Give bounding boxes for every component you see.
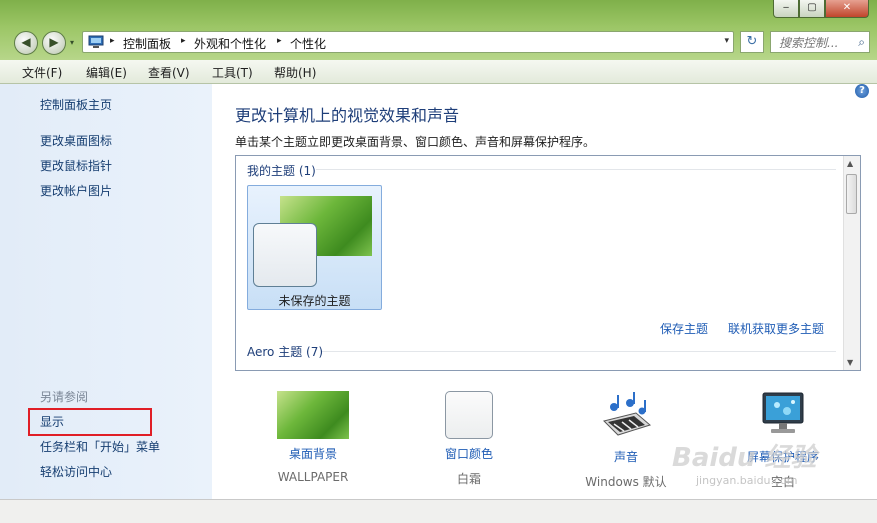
address-dropdown-icon[interactable]: ▾ bbox=[724, 36, 729, 46]
control-panel-icon bbox=[88, 35, 104, 48]
breadcrumb-control-panel[interactable]: 控制面板 bbox=[123, 35, 171, 52]
page-title: 更改计算机上的视觉效果和声音 bbox=[235, 106, 460, 125]
window-color-value: 白霜 bbox=[456, 472, 481, 486]
screen-saver-icon bbox=[762, 392, 804, 433]
desktop-background-tool[interactable]: 桌面背景 WALLPAPER bbox=[258, 391, 368, 484]
theme-list: 我的主题 (1) 未保存的主题 保存主题 联机获取更多主题 Aero 主题 (7… bbox=[235, 155, 861, 371]
divider bbox=[316, 169, 836, 170]
search-icon[interactable]: ⌕ bbox=[858, 35, 865, 50]
sidebar-link-account-picture[interactable]: 更改帐户图片 bbox=[40, 182, 112, 199]
see-also-heading: 另请参阅 bbox=[40, 390, 89, 404]
highlight-annotation-box bbox=[28, 408, 152, 436]
sidebar-home-link[interactable]: 控制面板主页 bbox=[40, 96, 112, 113]
menu-bar: 文件(F) 编辑(E) 查看(V) 工具(T) 帮助(H) bbox=[0, 60, 877, 84]
forward-button[interactable]: ▶ bbox=[42, 31, 66, 55]
search-input[interactable] bbox=[777, 33, 857, 53]
window-color-tool[interactable]: 窗口颜色 白霜 bbox=[414, 391, 524, 487]
refresh-button[interactable]: ↻ bbox=[740, 31, 764, 53]
aero-themes-heading: Aero 主题 (7) bbox=[247, 345, 324, 359]
breadcrumb-separator-icon: ▸ bbox=[181, 36, 186, 46]
menu-edit[interactable]: 编辑(E) bbox=[86, 64, 127, 81]
menu-file[interactable]: 文件(F) bbox=[22, 64, 62, 81]
see-also-taskbar-link[interactable]: 任务栏和「开始」菜单 bbox=[40, 438, 160, 455]
close-button[interactable]: ✕ bbox=[825, 0, 869, 18]
breadcrumb-appearance[interactable]: 外观和个性化 bbox=[194, 35, 266, 52]
menu-view[interactable]: 查看(V) bbox=[148, 64, 190, 81]
search-box[interactable]: ⌕ bbox=[770, 31, 870, 53]
sounds-label[interactable]: 声音 bbox=[571, 448, 681, 465]
desktop-background-label[interactable]: 桌面背景 bbox=[258, 445, 368, 462]
sounds-value: Windows 默认 bbox=[585, 475, 667, 489]
help-icon[interactable]: ? bbox=[855, 84, 869, 98]
unsaved-theme-tile[interactable]: 未保存的主题 bbox=[247, 185, 382, 310]
scrollbar-thumb[interactable] bbox=[846, 174, 857, 214]
caption-buttons: ‒ ▢ ✕ bbox=[773, 0, 869, 18]
unsaved-theme-label: 未保存的主题 bbox=[278, 294, 351, 308]
menu-help[interactable]: 帮助(H) bbox=[274, 64, 316, 81]
my-themes-heading: 我的主题 (1) bbox=[247, 164, 316, 178]
menu-tools[interactable]: 工具(T) bbox=[212, 64, 253, 81]
history-dropdown-icon[interactable]: ▾ bbox=[70, 38, 74, 47]
status-bar bbox=[0, 499, 877, 523]
sounds-icon bbox=[603, 392, 652, 436]
theme-window-preview bbox=[253, 223, 317, 287]
sidebar-link-mouse-pointers[interactable]: 更改鼠标指针 bbox=[40, 157, 112, 174]
breadcrumb-separator-icon: ▸ bbox=[110, 36, 115, 46]
sounds-tool[interactable]: 声音 Windows 默认 bbox=[571, 391, 681, 490]
maximize-button[interactable]: ▢ bbox=[799, 0, 825, 18]
back-button[interactable]: ◀ bbox=[14, 31, 38, 55]
save-theme-link[interactable]: 保存主题 bbox=[660, 320, 708, 337]
address-bar[interactable]: ▸ 控制面板 ▸ 外观和个性化 ▸ 个性化 ▾ bbox=[82, 31, 734, 53]
see-also-ease-of-access-link[interactable]: 轻松访问中心 bbox=[40, 463, 112, 480]
window-frame: ‒ ▢ ✕ ◀ ▶ ▾ ▸ 控制面板 ▸ 外观和个性化 ▸ 个性化 ▾ ↻ ⌕ bbox=[0, 0, 877, 60]
window-color-icon bbox=[445, 391, 493, 439]
minimize-button[interactable]: ‒ bbox=[773, 0, 799, 18]
breadcrumb-personalization[interactable]: 个性化 bbox=[290, 35, 326, 52]
breadcrumb-separator-icon: ▸ bbox=[277, 36, 282, 46]
sidebar-link-desktop-icons[interactable]: 更改桌面图标 bbox=[40, 132, 112, 149]
sidebar: 控制面板主页 更改桌面图标 更改鼠标指针 更改帐户图片 另请参阅 显示 任务栏和… bbox=[0, 84, 212, 499]
get-more-themes-link[interactable]: 联机获取更多主题 bbox=[728, 320, 824, 337]
scroll-down-icon[interactable]: ▼ bbox=[847, 358, 853, 367]
divider bbox=[322, 351, 836, 352]
wallpaper-icon bbox=[277, 391, 349, 439]
theme-list-scrollbar[interactable]: ▲ ▼ bbox=[843, 156, 860, 370]
watermark-url: jingyan.baidu.com bbox=[696, 474, 798, 487]
page-description: 单击某个主题立即更改桌面背景、窗口颜色、声音和屏幕保护程序。 bbox=[235, 135, 596, 149]
desktop-background-value: WALLPAPER bbox=[277, 470, 349, 484]
scroll-up-icon[interactable]: ▲ bbox=[847, 159, 853, 168]
window-color-label[interactable]: 窗口颜色 bbox=[414, 445, 524, 462]
watermark-brand: Baidu 经验 bbox=[672, 443, 817, 473]
